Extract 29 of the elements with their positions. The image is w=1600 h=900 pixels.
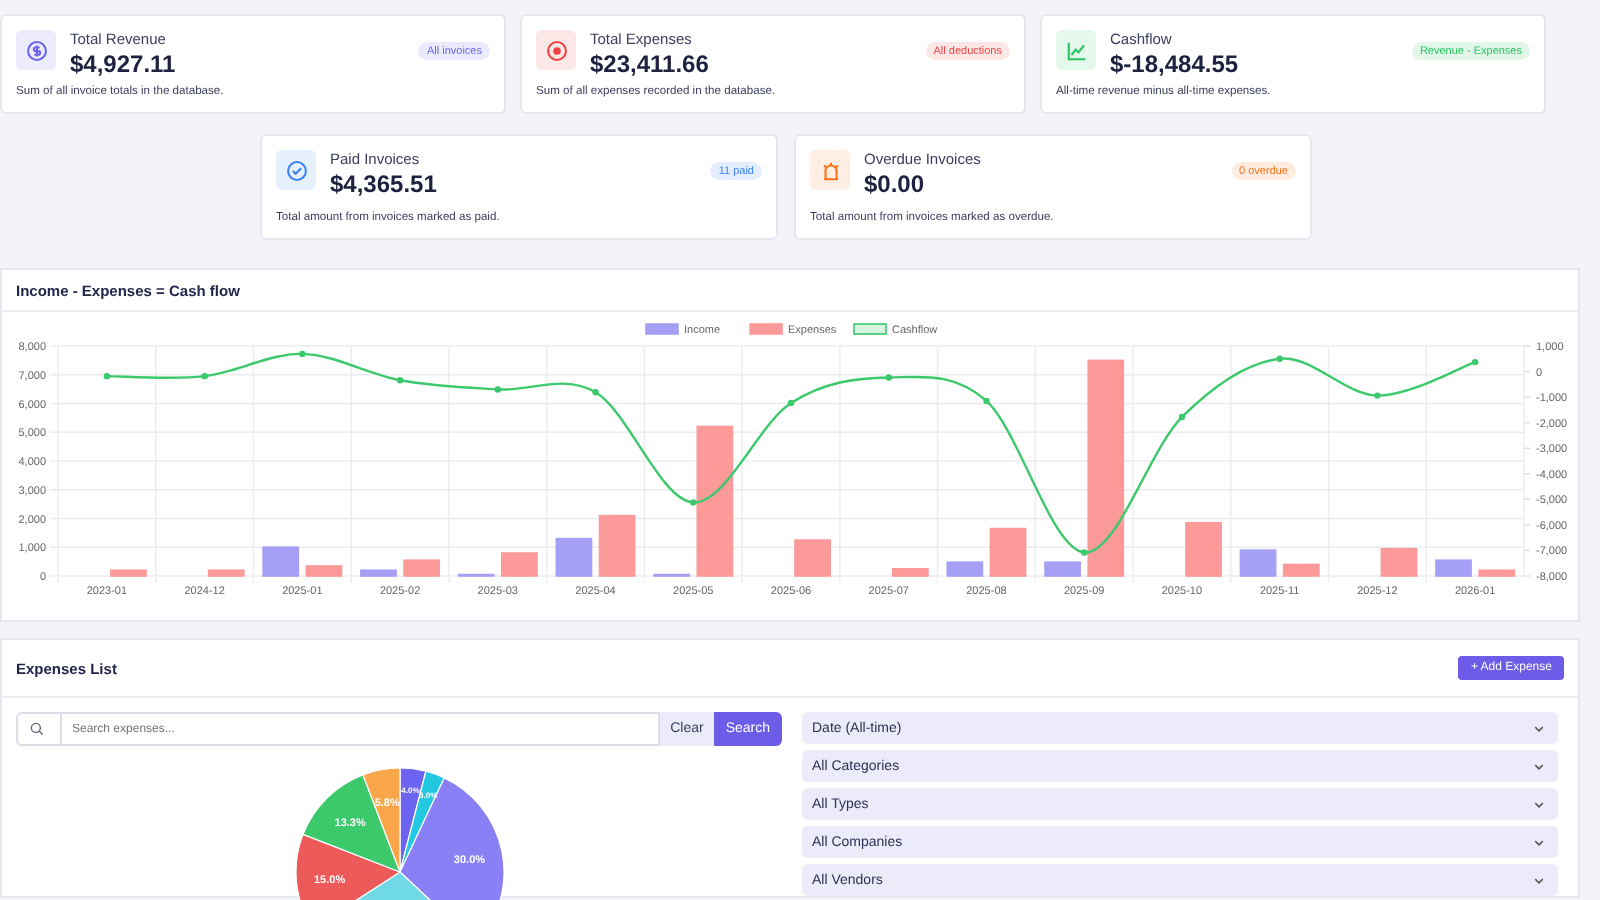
point (201, 372, 208, 380)
point (396, 377, 404, 384)
card-value: $23,411.66 (590, 50, 711, 78)
point (983, 397, 990, 405)
point (494, 386, 501, 393)
card-value: $4,927.11 (70, 50, 178, 78)
chevron-icon (1534, 875, 1544, 885)
point (103, 372, 111, 380)
search-icon (30, 722, 44, 736)
card-value: $4,365.51 (330, 170, 439, 198)
chevron-icon (1534, 761, 1544, 771)
point (1276, 355, 1283, 362)
legend-swatch (645, 323, 679, 335)
point (592, 389, 599, 396)
card-value: $-18,484.55 (1110, 50, 1241, 78)
point (299, 350, 306, 358)
chevron-icon (1534, 799, 1544, 809)
chevron-icon (1534, 723, 1544, 733)
point (1178, 413, 1186, 421)
card-value: $0.00 (864, 170, 927, 198)
point (690, 499, 697, 506)
point (787, 399, 795, 407)
point (1081, 549, 1088, 556)
point (885, 374, 892, 381)
legend-swatch (749, 323, 783, 335)
legend-swatch (853, 323, 887, 335)
point (1471, 358, 1479, 366)
point (1374, 392, 1381, 399)
chevron-icon (1534, 837, 1544, 847)
